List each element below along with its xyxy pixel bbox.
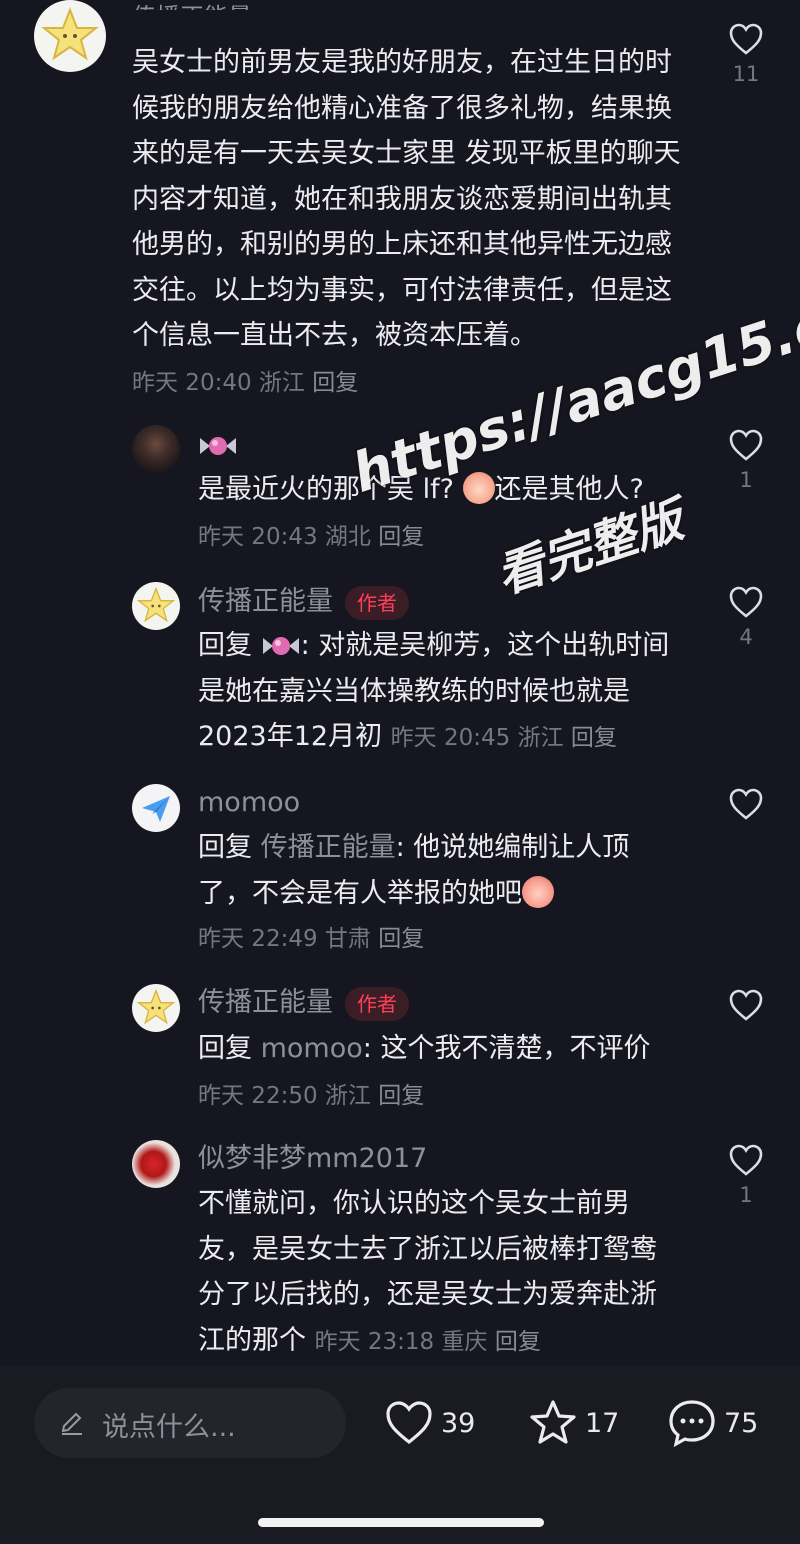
heart-icon [729, 23, 763, 55]
reply-meta: 昨天 22:50 浙江 回复 [198, 1076, 424, 1116]
reply-button[interactable]: 回复 [378, 524, 424, 550]
comment-meta: 昨天 20:40 浙江 回复 [132, 370, 358, 396]
reply-location: 甘肃 [324, 926, 371, 952]
reply-location: 浙江 [324, 1083, 371, 1109]
comment-time: 昨天 20:40 [132, 369, 252, 396]
reply-like-button[interactable]: 4 [726, 585, 766, 649]
like-count: 1 [739, 1183, 753, 1207]
reply-time: 昨天 22:49 [198, 926, 318, 952]
reply-text: 不懂就问，你认识的这个吴女士前男友，是吴女士去了浙江以后被棒打鸳鸯分了以后找的，… [198, 1181, 678, 1365]
reply-body-cont: 还是其他人? [494, 474, 644, 505]
peach-emoji-icon [522, 875, 554, 908]
comment-count: 75 [724, 1407, 759, 1439]
reply-button[interactable]: 回复 [378, 926, 424, 952]
avatar[interactable] [132, 425, 180, 473]
reply-prefix: 回复 [198, 832, 261, 863]
reply-username[interactable]: 传播正能量 作者 [198, 985, 409, 1021]
avatar[interactable] [132, 784, 180, 832]
reply-button[interactable]: 回复 [495, 1329, 541, 1355]
star-avatar-icon [136, 586, 176, 623]
candy-icon [200, 437, 236, 455]
reply-time: 昨天 23:18 [314, 1328, 435, 1355]
home-indicator[interactable] [258, 1518, 544, 1527]
like-count: 11 [732, 62, 760, 86]
reply-text: 回复 传播正能量: 他说她编制让人顶了，不会是有人举报的她吧 [198, 825, 678, 916]
reply-meta: 昨天 20:45 浙江 回复 [391, 725, 617, 751]
reply-body: : 这个我不清楚，不评价 [362, 1033, 651, 1064]
heart-icon [386, 1401, 432, 1445]
reply-username-text: 传播正能量 [198, 987, 333, 1018]
reply-meta: 昨天 23:18 重庆 回复 [315, 1329, 541, 1355]
reply-meta: 昨天 22:49 甘肃 回复 [198, 919, 424, 959]
reply-like-button[interactable] [726, 988, 766, 1022]
candy-icon [262, 637, 299, 655]
reply-text: 是最近火的那个吴 lf? 还是其他人? 昨天 20:43 湖北 回复 [198, 467, 678, 560]
comment-input[interactable]: 说点什么... [34, 1388, 346, 1458]
like-count: 1 [739, 468, 753, 492]
avatar[interactable] [34, 0, 106, 72]
favorite-button[interactable]: 17 [527, 1393, 619, 1453]
author-badge: 作者 [345, 986, 409, 1021]
heart-icon [729, 788, 763, 820]
heart-icon [729, 429, 763, 461]
reply-location: 重庆 [441, 1328, 488, 1355]
reply-username[interactable]: momoo [198, 785, 300, 821]
star-avatar-icon [136, 988, 176, 1025]
avatar[interactable] [132, 984, 180, 1032]
author-badge: 作者 [345, 585, 409, 620]
reply-button[interactable]: 回复 [378, 1083, 424, 1109]
heart-icon [729, 586, 763, 618]
reply-body: 是最近火的那个吴 lf? [198, 474, 463, 505]
reply-prefix: 回复 [198, 630, 261, 661]
reply-location: 湖北 [324, 523, 371, 550]
comment-feed: 传播正能量 吴女士的前男友是我的好朋友，在过生日的时候我的朋友给他精心准备了很多… [0, 0, 800, 1365]
paper-plane-icon [142, 796, 170, 822]
avatar[interactable] [132, 582, 180, 630]
reply-username[interactable] [198, 428, 238, 464]
mention-link[interactable]: momoo [261, 1033, 363, 1064]
reply-time: 昨天 20:43 [198, 523, 318, 550]
comment-author-name[interactable]: 传播正能量 [132, 0, 252, 10]
comment-button[interactable]: 75 [666, 1393, 758, 1453]
reply-text: 回复 : 对就是吴柳芳，这个出轨时间是她在嘉兴当体操教练的时候也就是2023年1… [198, 623, 678, 762]
reply-like-button[interactable]: 1 [726, 428, 766, 492]
reply-button[interactable]: 回复 [312, 370, 358, 396]
star-icon [530, 1400, 576, 1444]
heart-icon [729, 1144, 763, 1176]
comment-bubble-icon [669, 1400, 715, 1448]
like-count: 4 [739, 625, 753, 649]
comment-body: 吴女士的前男友是我的好朋友，在过生日的时候我的朋友给他精心准备了很多礼物，结果换… [132, 47, 681, 351]
input-placeholder: 说点什么... [102, 1412, 236, 1443]
comment-text: 吴女士的前男友是我的好朋友，在过生日的时候我的朋友给他精心准备了很多礼物，结果换… [132, 40, 692, 406]
favorite-count: 17 [585, 1407, 620, 1439]
reply-time: 昨天 22:50 [198, 1083, 318, 1109]
reply-text: 回复 momoo: 这个我不清楚，不评价 [198, 1026, 678, 1072]
like-count: 39 [441, 1407, 476, 1439]
reply-username[interactable]: 传播正能量 作者 [198, 584, 409, 620]
comment-location: 浙江 [258, 369, 305, 396]
heart-icon [729, 989, 763, 1021]
reply-time: 昨天 20:45 [390, 725, 511, 751]
reply-location: 浙江 [517, 725, 564, 751]
comment-like-button[interactable]: 11 [726, 22, 766, 86]
reply-username[interactable]: 似梦非梦mm2017 [198, 1141, 427, 1177]
reply-prefix: 回复 [198, 1033, 261, 1064]
like-button[interactable]: 39 [383, 1393, 475, 1453]
reply-username-text: 传播正能量 [198, 586, 333, 617]
reply-meta: 昨天 20:43 湖北 回复 [198, 524, 424, 550]
pencil-icon [61, 1412, 82, 1435]
star-avatar-icon [41, 7, 99, 61]
mention-link[interactable]: 传播正能量 [261, 832, 396, 863]
face-emoji-icon [462, 472, 495, 504]
reply-like-button[interactable]: 1 [726, 1143, 766, 1207]
reply-button[interactable]: 回复 [571, 725, 617, 751]
reply-like-button[interactable] [726, 787, 766, 821]
avatar[interactable] [132, 1140, 180, 1188]
